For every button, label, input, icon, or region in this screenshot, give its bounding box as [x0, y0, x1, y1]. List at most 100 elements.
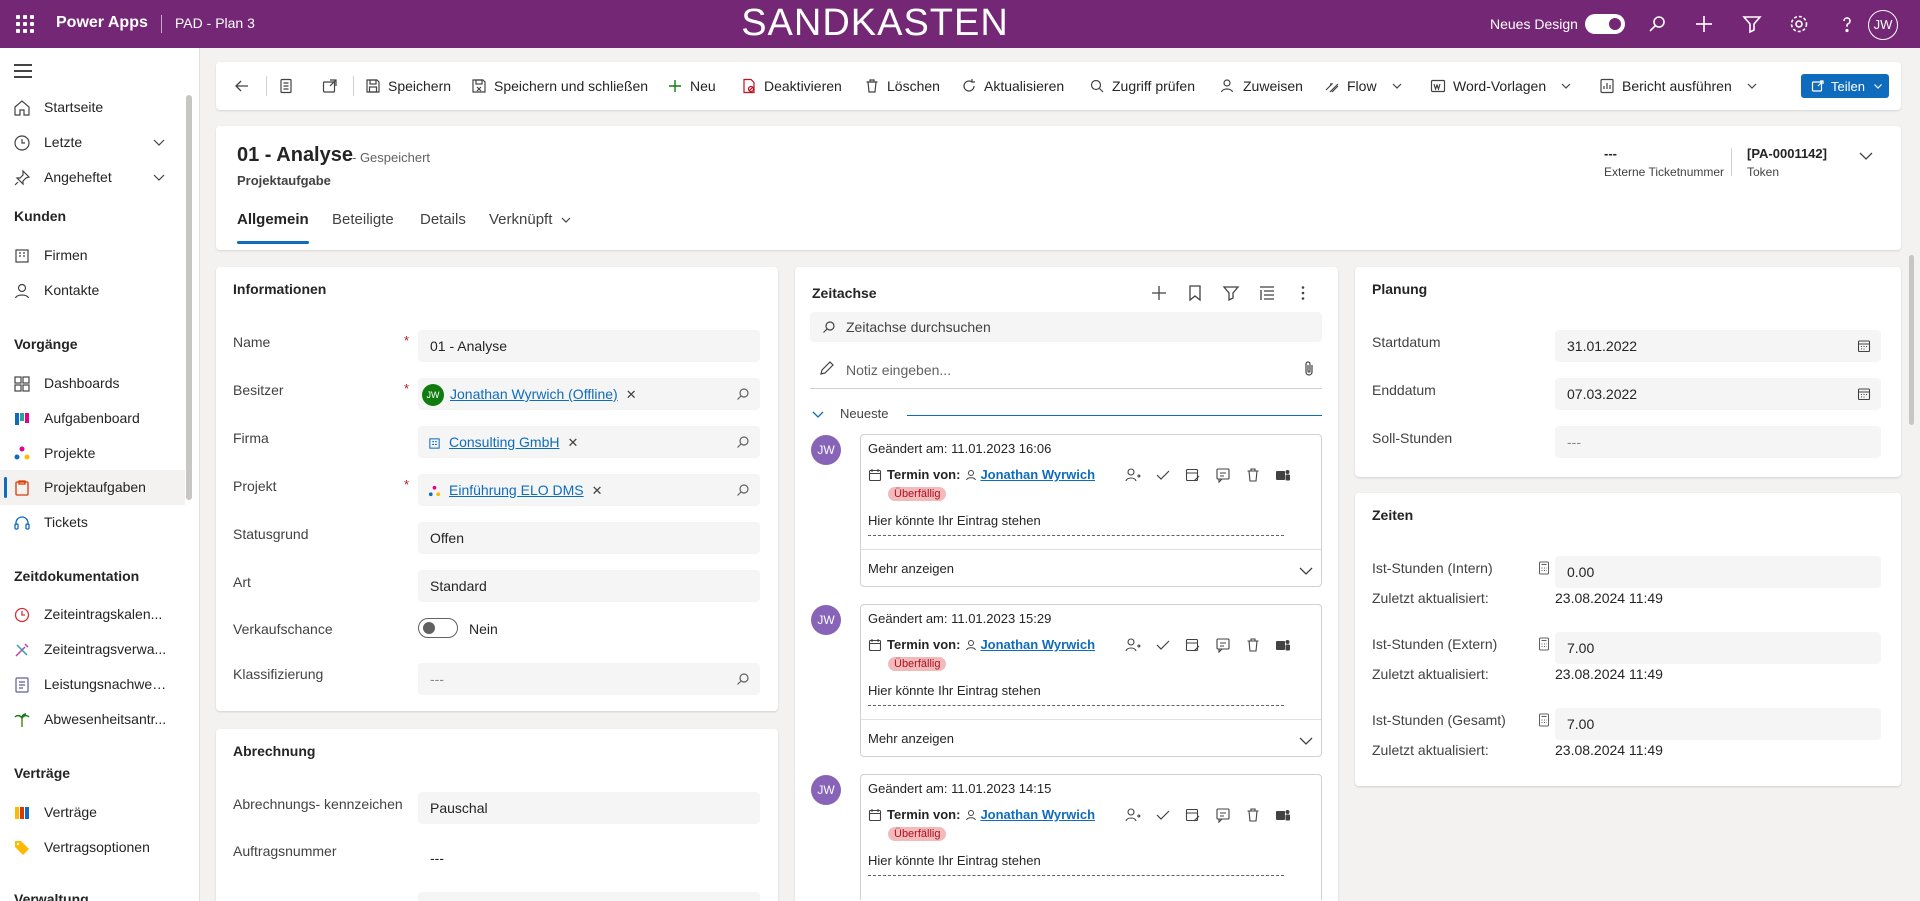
- sidebar-item-vertraege[interactable]: Verträge: [0, 795, 185, 830]
- actual-hours-external-field[interactable]: 7.00: [1555, 632, 1881, 664]
- show-more-link[interactable]: Mehr anzeigen: [868, 731, 954, 746]
- end-date-field[interactable]: 07.03.2022: [1555, 378, 1881, 410]
- teams-icon[interactable]: [1275, 807, 1291, 823]
- app-launcher-icon[interactable]: [14, 13, 36, 35]
- popout-button[interactable]: [322, 62, 345, 110]
- teams-icon[interactable]: [1275, 467, 1291, 483]
- sidebar-item-dashboards[interactable]: Dashboards: [0, 366, 185, 401]
- note-icon[interactable]: [1215, 807, 1231, 823]
- delete-button[interactable]: Löschen: [864, 62, 940, 110]
- owner-link[interactable]: Jonathan Wyrwich (Offline): [450, 386, 618, 402]
- sidebar-item-vertragsoptionen[interactable]: Vertragsoptionen: [0, 830, 185, 865]
- timeline-search-input[interactable]: Zeitachse durchsuchen: [810, 312, 1322, 342]
- sidebar-item-firmen[interactable]: Firmen: [0, 238, 185, 273]
- more-options-icon[interactable]: [1294, 284, 1312, 302]
- note-input[interactable]: Notiz eingeben...: [810, 353, 1322, 389]
- search-icon[interactable]: [1645, 12, 1669, 36]
- new-button[interactable]: Neu: [667, 62, 716, 110]
- type-select[interactable]: Standard: [418, 570, 760, 602]
- search-icon[interactable]: [736, 387, 750, 401]
- entry-person-link[interactable]: Jonathan Wyrwich: [980, 637, 1095, 652]
- expand-chevron-icon[interactable]: [1298, 735, 1314, 747]
- entry-person-link[interactable]: Jonathan Wyrwich: [980, 467, 1095, 482]
- remove-icon[interactable]: ✕: [626, 387, 637, 402]
- note-icon[interactable]: [1215, 637, 1231, 653]
- note-icon[interactable]: [1215, 467, 1231, 483]
- help-icon[interactable]: [1835, 12, 1859, 36]
- assign-icon[interactable]: [1125, 637, 1141, 653]
- share-button[interactable]: Teilen: [1801, 74, 1889, 98]
- search-icon[interactable]: [736, 483, 750, 497]
- app-name[interactable]: Power Apps: [56, 14, 148, 32]
- tab-beteiligte[interactable]: Beteiligte: [332, 211, 394, 228]
- company-link[interactable]: Consulting GmbH: [449, 434, 560, 450]
- assign-icon[interactable]: [1125, 467, 1141, 483]
- entry-person-link[interactable]: Jonathan Wyrwich: [980, 807, 1095, 822]
- status-reason-select[interactable]: Offen: [418, 522, 760, 554]
- tab-verknuepft[interactable]: Verknüpft: [489, 211, 572, 228]
- sidebar-item-startseite[interactable]: Startseite: [0, 90, 185, 125]
- main-scrollbar[interactable]: [1909, 255, 1914, 425]
- owner-lookup-field[interactable]: JW Jonathan Wyrwich (Offline) ✕: [418, 378, 760, 410]
- calendar-edit-icon[interactable]: [1185, 807, 1201, 823]
- add-icon[interactable]: [1692, 12, 1716, 36]
- checkmark-icon[interactable]: [1155, 467, 1171, 483]
- actual-hours-internal-field[interactable]: 0.00: [1555, 556, 1881, 588]
- sort-list-icon[interactable]: [1258, 284, 1276, 302]
- collapse-chevron-icon[interactable]: [811, 407, 825, 421]
- sidebar-item-aufgabenboard[interactable]: Aufgabenboard: [0, 401, 185, 436]
- search-icon[interactable]: [736, 435, 750, 449]
- calendar-icon[interactable]: [1857, 339, 1871, 353]
- filter-icon[interactable]: [1740, 12, 1764, 36]
- chevron-down-icon[interactable]: [152, 170, 166, 184]
- sidebar-item-kontakte[interactable]: Kontakte: [0, 273, 185, 308]
- refresh-button[interactable]: Aktualisieren: [961, 62, 1064, 110]
- actual-hours-total-field[interactable]: 7.00: [1555, 708, 1881, 740]
- run-report-menu-button[interactable]: Bericht ausführen: [1599, 62, 1765, 110]
- settings-gear-icon[interactable]: [1787, 12, 1811, 36]
- new-design-toggle[interactable]: [1585, 14, 1625, 34]
- back-button[interactable]: [234, 62, 257, 110]
- next-field[interactable]: [418, 892, 760, 901]
- tab-allgemein[interactable]: Allgemein: [237, 211, 309, 244]
- calendar-edit-icon[interactable]: [1185, 467, 1201, 483]
- trash-icon[interactable]: [1245, 467, 1261, 483]
- sidebar-item-tickets[interactable]: Tickets: [0, 505, 185, 540]
- timeline-entry[interactable]: Geändert am: 11.01.2023 16:06 Termin von…: [860, 434, 1322, 587]
- chevron-down-icon[interactable]: [152, 135, 166, 149]
- sidebar-item-zeiteintragskalender[interactable]: Zeiteintragskalen...: [0, 597, 185, 632]
- timeline-entry[interactable]: Geändert am: 11.01.2023 15:29 Termin von…: [860, 604, 1322, 757]
- hamburger-menu-icon[interactable]: [14, 64, 32, 78]
- target-hours-field[interactable]: ---: [1555, 426, 1881, 458]
- flow-menu-button[interactable]: Flow: [1324, 62, 1410, 110]
- check-access-button[interactable]: Zugriff prüfen: [1089, 62, 1195, 110]
- sidebar-item-projektaufgaben[interactable]: Projektaufgaben: [0, 470, 185, 505]
- expand-header-chevron-icon[interactable]: [1858, 148, 1874, 164]
- trash-icon[interactable]: [1245, 807, 1261, 823]
- name-field[interactable]: 01 - Analyse: [418, 330, 760, 362]
- remove-icon[interactable]: ✕: [592, 483, 603, 498]
- assign-button[interactable]: Zuweisen: [1220, 62, 1303, 110]
- checkmark-icon[interactable]: [1155, 807, 1171, 823]
- show-more-link[interactable]: Mehr anzeigen: [868, 561, 954, 576]
- environment-name[interactable]: PAD - Plan 3: [161, 15, 255, 33]
- user-avatar[interactable]: JW: [1868, 10, 1898, 40]
- remove-icon[interactable]: ✕: [568, 435, 579, 450]
- search-icon[interactable]: [736, 672, 750, 686]
- form-view-button[interactable]: [278, 62, 301, 110]
- assign-icon[interactable]: [1125, 807, 1141, 823]
- project-link[interactable]: Einführung ELO DMS: [449, 482, 584, 498]
- filter-icon[interactable]: [1222, 284, 1240, 302]
- save-and-close-button[interactable]: Speichern und schließen: [471, 62, 648, 110]
- sidebar-item-projekte[interactable]: Projekte: [0, 436, 185, 471]
- attachment-icon[interactable]: [1302, 360, 1316, 376]
- classification-lookup-field[interactable]: ---: [418, 663, 760, 695]
- company-lookup-field[interactable]: Consulting GmbH ✕: [418, 426, 760, 458]
- sidebar-item-abwesenheitsantraege[interactable]: Abwesenheitsantr...: [0, 702, 185, 737]
- calendar-icon[interactable]: [1857, 387, 1871, 401]
- tab-details[interactable]: Details: [420, 211, 466, 228]
- sales-opportunity-toggle[interactable]: [418, 618, 458, 638]
- sidebar-scrollbar[interactable]: [186, 95, 192, 500]
- sidebar-item-zeiteintragsverwaltung[interactable]: Zeiteintragsverwa...: [0, 632, 185, 667]
- teams-icon[interactable]: [1275, 637, 1291, 653]
